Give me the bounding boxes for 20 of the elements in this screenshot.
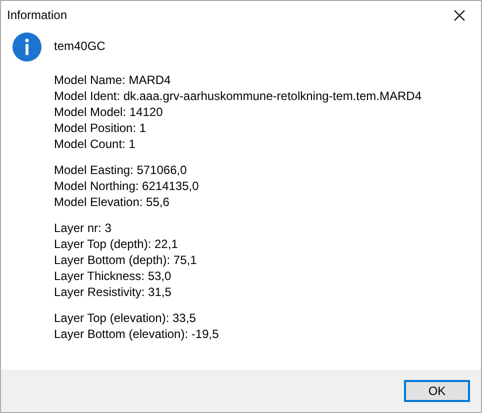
ok-button[interactable]: OK: [404, 380, 470, 402]
info-line: Layer Thickness: 53,0: [54, 268, 172, 284]
info-icon: [12, 32, 42, 62]
info-line: Model Count: 1: [54, 136, 136, 152]
info-line: Model Ident: dk.aaa.grv-aarhuskommune-retolkning-tem.tem.MARD4: [54, 88, 422, 104]
window-title: Information: [7, 7, 68, 24]
info-line: Layer Top (elevation): 33,5: [54, 310, 196, 326]
info-line: Model Name: MARD4: [54, 72, 171, 88]
info-line: Layer Resistivity: 31,5: [54, 284, 172, 300]
info-line: Model Position: 1: [54, 120, 146, 136]
info-line: Model Easting: 571066,0: [54, 162, 187, 178]
info-line: Model Northing: 6214135,0: [54, 178, 199, 194]
info-line: Layer Bottom (depth): 75,1: [54, 252, 197, 268]
info-line: Layer Top (depth): 22,1: [54, 236, 178, 252]
close-icon: [454, 10, 464, 20]
info-line: Layer nr: 3: [54, 220, 112, 236]
info-line: Model Elevation: 55,6: [54, 194, 170, 210]
message-heading: tem40GC: [54, 38, 106, 54]
info-line: Model Model: 14120: [54, 104, 163, 120]
info-line: Layer Bottom (elevation): -19,5: [54, 326, 219, 342]
